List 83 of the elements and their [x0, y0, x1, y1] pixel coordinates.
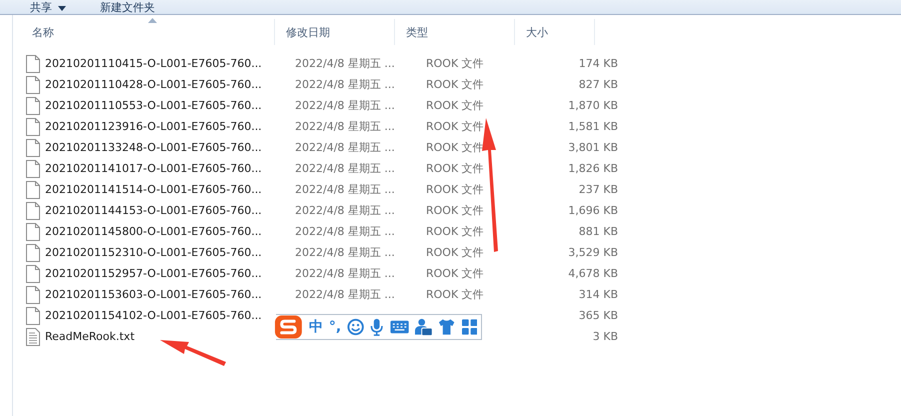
- microphone-icon[interactable]: [370, 318, 384, 336]
- text-file-icon: [26, 328, 40, 346]
- file-name[interactable]: 20210201110415-O-L001-E7605-760...: [45, 57, 262, 70]
- grid-icon[interactable]: [462, 319, 477, 335]
- file-size: 1,826 KB: [568, 162, 618, 175]
- file-name[interactable]: 20210201110553-O-L001-E7605-760...: [45, 99, 262, 112]
- file-size: 365 KB: [578, 309, 618, 322]
- file-type: ROOK 文件: [426, 119, 484, 134]
- file-name[interactable]: 20210201153603-O-L001-E7605-760...: [45, 288, 262, 301]
- file-icon: [26, 76, 40, 94]
- file-icon: [26, 244, 40, 262]
- file-icon: [26, 180, 40, 198]
- file-icon: [26, 96, 40, 114]
- file-type: ROOK 文件: [426, 245, 484, 260]
- file-size: 314 KB: [578, 288, 618, 301]
- file-name[interactable]: 20210201141017-O-L001-E7605-760...: [45, 162, 262, 175]
- ime-mode-button[interactable]: 中: [308, 318, 323, 336]
- file-type: ROOK 文件: [426, 56, 484, 71]
- modified-date: 2022/4/8 星期五 ...: [295, 161, 395, 176]
- column-header[interactable]: 大小: [515, 19, 595, 45]
- file-size: 174 KB: [578, 57, 618, 70]
- toolbar-button[interactable]: 共享: [30, 2, 66, 14]
- file-size: 237 KB: [578, 183, 618, 196]
- file-type: ROOK 文件: [426, 77, 484, 92]
- file-size: 827 KB: [578, 78, 618, 91]
- modified-date: 2022/4/8 星期五 ...: [295, 77, 395, 92]
- modified-date: 2022/4/8 星期五 ...: [295, 266, 395, 281]
- modified-date: 2022/4/8 星期五 ...: [295, 119, 395, 134]
- annotation-arrow: [160, 340, 226, 366]
- file-size: 3,801 KB: [568, 141, 618, 154]
- file-type: ROOK 文件: [426, 224, 484, 239]
- file-size: 881 KB: [578, 225, 618, 238]
- file-name[interactable]: 20210201145800-O-L001-E7605-760...: [45, 225, 262, 238]
- modified-date: 2022/4/8 星期五 ...: [295, 203, 395, 218]
- user-icon[interactable]: [415, 318, 432, 336]
- file-icon: [26, 286, 40, 304]
- modified-date: 2022/4/8 星期五 ...: [295, 287, 395, 302]
- keyboard-icon[interactable]: [390, 320, 410, 334]
- column-header[interactable]: 修改日期: [275, 19, 395, 45]
- column-header[interactable]: 名称: [21, 19, 275, 45]
- modified-date: 2022/4/8 星期五 ...: [295, 182, 395, 197]
- file-type: ROOK 文件: [426, 203, 484, 218]
- file-icon: [26, 160, 40, 178]
- file-name[interactable]: ReadMeRook.txt: [45, 330, 135, 343]
- modified-date: 2022/4/8 星期五 ...: [295, 98, 395, 113]
- file-size: 3,529 KB: [568, 246, 618, 259]
- shirt-icon[interactable]: [438, 318, 456, 336]
- file-name[interactable]: 20210201152310-O-L001-E7605-760...: [45, 246, 262, 259]
- file-icon: [26, 54, 40, 72]
- column-header[interactable]: 类型: [395, 19, 515, 45]
- smiley-icon[interactable]: [347, 318, 364, 336]
- file-size: 1,581 KB: [568, 120, 618, 133]
- file-icon: [26, 264, 40, 282]
- file-size: 1,870 KB: [568, 99, 618, 112]
- file-name[interactable]: 20210201123916-O-L001-E7605-760...: [45, 120, 262, 133]
- file-icon: [26, 202, 40, 220]
- toolbar-button[interactable]: 新建文件夹: [100, 2, 155, 14]
- modified-date: 2022/4/8 星期五 ...: [295, 224, 395, 239]
- caret-icon: [58, 6, 66, 10]
- file-size: 4,678 KB: [568, 267, 618, 280]
- ime-mode-button[interactable]: °,: [328, 319, 342, 335]
- modified-date: 2022/4/8 星期五 ...: [295, 140, 395, 155]
- file-type: ROOK 文件: [426, 161, 484, 176]
- sort-ascending-icon: [148, 18, 156, 23]
- file-name[interactable]: 20210201133248-O-L001-E7605-760...: [45, 141, 262, 154]
- modified-date: 2022/4/8 星期五 ...: [295, 56, 395, 71]
- file-type: ROOK 文件: [426, 287, 484, 302]
- file-type: ROOK 文件: [426, 182, 484, 197]
- file-icon: [26, 222, 40, 240]
- file-name[interactable]: 20210201110428-O-L001-E7605-760...: [45, 78, 262, 91]
- file-name[interactable]: 20210201141514-O-L001-E7605-760...: [45, 183, 262, 196]
- file-name[interactable]: 20210201152957-O-L001-E7605-760...: [45, 267, 262, 280]
- file-size: 3 KB: [592, 330, 618, 343]
- file-name[interactable]: 20210201154102-O-L001-E7605-760...: [45, 309, 262, 322]
- file-type: ROOK 文件: [426, 266, 484, 281]
- file-type: ROOK 文件: [426, 98, 484, 113]
- file-icon: [26, 138, 40, 156]
- file-name[interactable]: 20210201144153-O-L001-E7605-760...: [45, 204, 262, 217]
- file-icon: [26, 118, 40, 136]
- modified-date: 2022/4/8 星期五 ...: [295, 245, 395, 260]
- input-method-logo[interactable]: [274, 314, 303, 340]
- file-size: 1,696 KB: [568, 204, 618, 217]
- file-icon: [26, 306, 40, 324]
